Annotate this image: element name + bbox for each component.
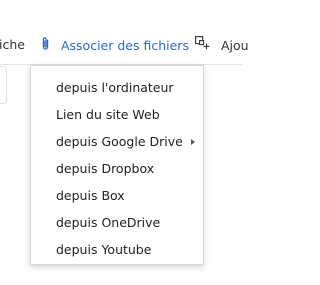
toolbar-left-action[interactable]: iche bbox=[0, 37, 25, 53]
add-button[interactable]: Ajou bbox=[195, 36, 249, 55]
attach-files-button[interactable]: Associer des fichiers bbox=[41, 37, 189, 56]
menu-item-label: depuis OneDrive bbox=[56, 215, 161, 230]
toolbar: iche Associer des fichiers Ajou bbox=[0, 0, 249, 65]
menu-item-label: depuis Box bbox=[56, 188, 125, 203]
menu-item-label: depuis Youtube bbox=[56, 242, 152, 257]
add-button-label: Ajou bbox=[220, 37, 249, 53]
attach-files-label: Associer des fichiers bbox=[60, 38, 189, 53]
attach-source-list: depuis l'ordinateur Lien du site Web dep… bbox=[31, 66, 203, 263]
menu-item-label: depuis Google Drive bbox=[56, 134, 183, 149]
add-block-icon bbox=[195, 36, 210, 54]
menu-item-google-drive[interactable]: depuis Google Drive bbox=[31, 128, 203, 155]
menu-item-dropbox[interactable]: depuis Dropbox bbox=[31, 155, 203, 182]
menu-item-label: depuis l'ordinateur bbox=[56, 80, 174, 95]
menu-item-website-link[interactable]: Lien du site Web bbox=[31, 101, 203, 128]
menu-item-onedrive[interactable]: depuis OneDrive bbox=[31, 209, 203, 236]
caret-right-icon bbox=[191, 139, 195, 145]
app-window: iche Associer des fichiers Ajou depuis l… bbox=[0, 0, 249, 285]
side-panel-edge bbox=[0, 66, 7, 104]
paperclip-icon bbox=[41, 36, 50, 55]
menu-item-label: Lien du site Web bbox=[56, 107, 160, 122]
menu-item-youtube[interactable]: depuis Youtube bbox=[31, 236, 203, 263]
menu-item-from-computer[interactable]: depuis l'ordinateur bbox=[31, 74, 203, 101]
toolbar-left-label: iche bbox=[0, 37, 25, 52]
attach-source-menu: depuis l'ordinateur Lien du site Web dep… bbox=[30, 65, 204, 265]
menu-item-box[interactable]: depuis Box bbox=[31, 182, 203, 209]
menu-item-label: depuis Dropbox bbox=[56, 161, 155, 176]
